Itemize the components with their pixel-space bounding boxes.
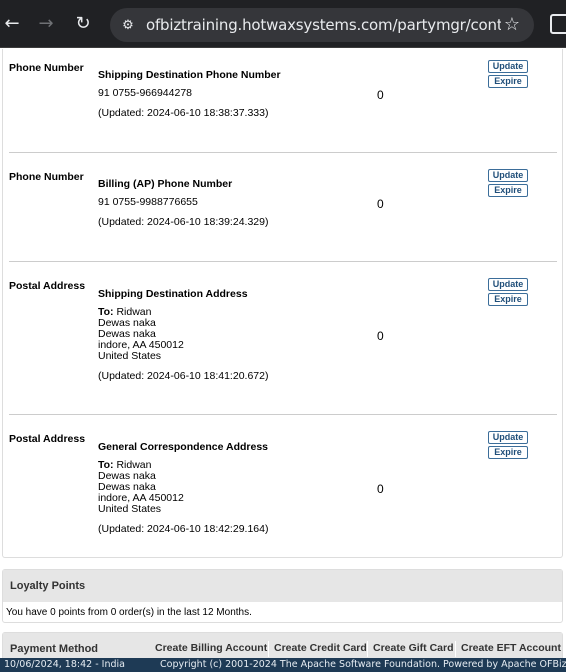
create-credit-card-link[interactable]: Create Credit Card: [268, 641, 367, 657]
footer-timestamp: 10/06/2024, 18:42 - India: [4, 659, 125, 670]
updated-timestamp: (Updated: 2024-06-10 18:41:20.672): [98, 370, 269, 382]
expire-button[interactable]: Expire: [488, 293, 528, 306]
contact-row: Postal Address Shipping Destination Addr…: [9, 262, 557, 415]
site-settings-icon[interactable]: ⚙: [118, 15, 138, 35]
loyalty-points-title: Loyalty Points: [3, 570, 562, 602]
payment-method-panel: Payment Method Create Billing Account Cr…: [2, 632, 563, 658]
loyalty-points-text: You have 0 points from 0 order(s) in the…: [6, 607, 252, 618]
update-button[interactable]: Update: [488, 60, 528, 73]
forward-arrow-icon[interactable]: →: [34, 12, 58, 36]
contact-row: Postal Address General Correspondence Ad…: [9, 415, 557, 558]
contact-count: 0: [377, 482, 384, 496]
phone-number: 91 0755-9988776655: [98, 196, 198, 208]
contact-count: 0: [377, 88, 384, 102]
extensions-icon[interactable]: [550, 14, 566, 34]
expire-button[interactable]: Expire: [488, 75, 528, 88]
updated-timestamp: (Updated: 2024-06-10 18:38:37.333): [98, 107, 269, 119]
expire-button[interactable]: Expire: [488, 446, 528, 459]
contact-row: Phone Number Billing (AP) Phone Number 9…: [9, 153, 557, 262]
create-eft-account-link[interactable]: Create EFT Account: [455, 641, 561, 657]
payment-method-header: Payment Method Create Billing Account Cr…: [3, 633, 562, 658]
url-text[interactable]: ofbiztraining.hotwaxsystems.com/partymgr…: [146, 16, 501, 34]
create-billing-account-link[interactable]: Create Billing Account: [150, 641, 267, 657]
contact-count: 0: [377, 197, 384, 211]
address-country: United States: [98, 350, 162, 362]
update-button[interactable]: Update: [488, 278, 528, 291]
contact-count: 0: [377, 329, 384, 343]
contact-purpose: Shipping Destination Phone Number: [98, 69, 281, 81]
contact-type: Phone Number: [9, 171, 84, 183]
contact-purpose: Billing (AP) Phone Number: [98, 178, 233, 190]
footer-copyright: Copyright (c) 2001-2024 The Apache Softw…: [160, 659, 566, 670]
loyalty-points-panel: Loyalty Points You have 0 points from 0 …: [2, 569, 563, 623]
reload-icon[interactable]: ↻: [71, 12, 95, 36]
update-button[interactable]: Update: [488, 169, 528, 182]
bookmark-star-icon[interactable]: ☆: [504, 14, 520, 36]
update-button[interactable]: Update: [488, 431, 528, 444]
contact-purpose: General Correspondence Address: [98, 441, 268, 453]
contact-purpose: Shipping Destination Address: [98, 288, 248, 300]
page-content: Phone Number Shipping Destination Phone …: [0, 49, 566, 658]
create-gift-card-link[interactable]: Create Gift Card: [367, 641, 454, 657]
address-country: United States: [98, 503, 162, 515]
contact-type: Postal Address: [9, 433, 86, 445]
browser-toolbar: ← → ↻ ⚙ ofbiztraining.hotwaxsystems.com/…: [0, 0, 566, 48]
contact-row: Phone Number Shipping Destination Phone …: [9, 49, 557, 153]
payment-method-title: Payment Method: [10, 643, 99, 655]
contact-type: Postal Address: [9, 280, 86, 292]
address-bar[interactable]: ⚙ ofbiztraining.hotwaxsystems.com/partym…: [110, 8, 534, 42]
updated-timestamp: (Updated: 2024-06-10 18:42:29.164): [98, 523, 269, 535]
phone-number: 91 0755-966944278: [98, 87, 193, 99]
contact-info-panel: Phone Number Shipping Destination Phone …: [2, 49, 563, 558]
back-arrow-icon[interactable]: ←: [0, 12, 24, 36]
page-footer: 10/06/2024, 18:42 - India Copyright (c) …: [0, 658, 566, 672]
updated-timestamp: (Updated: 2024-06-10 18:39:24.329): [98, 216, 269, 228]
contact-type: Phone Number: [9, 62, 84, 74]
expire-button[interactable]: Expire: [488, 184, 528, 197]
